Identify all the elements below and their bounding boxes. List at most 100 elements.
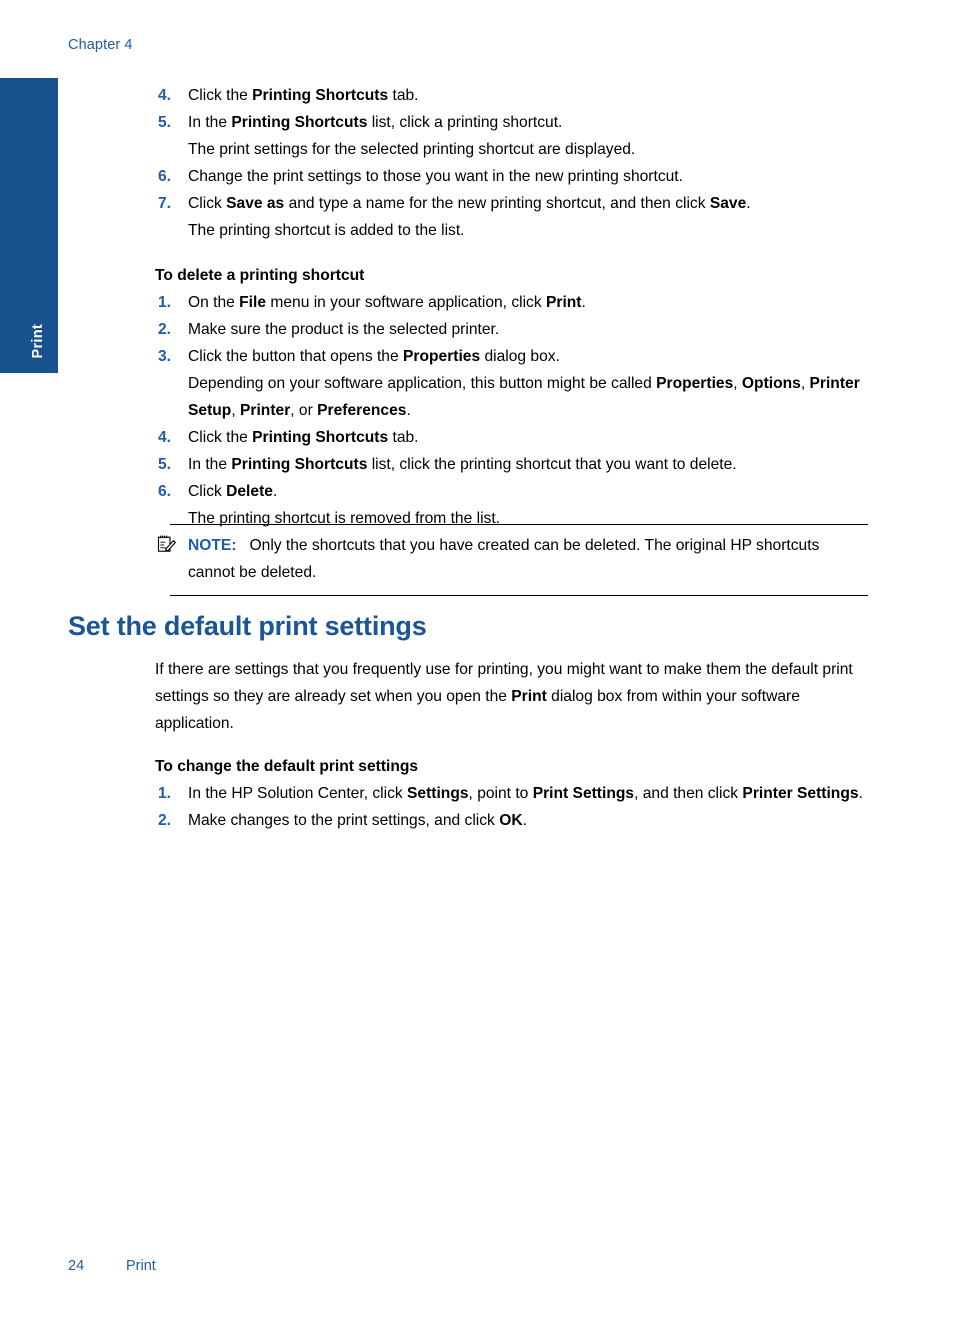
step-text-bold-1: File <box>239 294 267 311</box>
chapter-header: Chapter 4 <box>68 37 133 53</box>
list-item: 2. Make changes to the print settings, a… <box>155 807 869 834</box>
step-text-bold: Delete <box>226 483 273 500</box>
step-subtext: The print settings for the selected prin… <box>188 141 636 158</box>
step-number: 4. <box>158 429 172 446</box>
step-text: Change the print settings to those you w… <box>188 168 683 185</box>
change-defaults-section: To change the default print settings 1. … <box>155 753 869 834</box>
step-text: Make sure the product is the selected pr… <box>188 321 500 338</box>
subtext-bold-1: Properties <box>656 375 734 392</box>
list-item: 5. In the Printing Shortcuts list, click… <box>155 109 869 163</box>
subtext-sep-1: , <box>733 375 742 392</box>
step-subtext: The printing shortcut is added to the li… <box>188 222 465 239</box>
step-text-pre: Click the button that opens the <box>188 348 403 365</box>
note-text: Only the shortcuts that you have created… <box>188 537 820 581</box>
subtext-bold-2: Options <box>741 375 801 392</box>
step-text-bold-1: Settings <box>407 785 469 802</box>
list-item: 3. Click the button that opens the Prope… <box>155 343 869 424</box>
side-tab-print: Print <box>0 78 58 373</box>
step-text-post: tab. <box>388 429 419 446</box>
step-text-mid: , point to <box>468 785 533 802</box>
step-number: 2. <box>158 321 172 338</box>
step-text-post: . <box>272 483 278 500</box>
step-text: On the File menu in your software applic… <box>188 294 586 311</box>
step-number: 2. <box>158 812 172 829</box>
note-rule-bottom <box>170 595 868 596</box>
step-text-pre: On the <box>188 294 240 311</box>
list-item: 1. On the File menu in your software app… <box>155 289 869 316</box>
step-text-post: . <box>746 195 751 212</box>
step-text: Make changes to the print settings, and … <box>188 812 527 829</box>
sub-heading: To change the default print settings <box>155 758 419 775</box>
step-text-pre: Click the <box>188 87 253 104</box>
step-text: Click the button that opens the Properti… <box>188 348 560 365</box>
step-text-bold-1: Save as <box>226 195 285 212</box>
step-number: 6. <box>158 483 172 500</box>
step-text-bold: OK <box>499 812 523 829</box>
step-text-bold-2: Print Settings <box>532 785 635 802</box>
subtext-sep-4: , or <box>290 402 318 419</box>
step-text-pre: In the <box>188 456 232 473</box>
step-text-bold: Printing Shortcuts <box>252 429 389 446</box>
list-item: 7. Click Save as and type a name for the… <box>155 190 869 244</box>
step-text-pre: Click <box>188 483 227 500</box>
step-text-bold: Printing Shortcuts <box>231 114 368 131</box>
step-number: 7. <box>158 195 172 212</box>
step-text: Click the Printing Shortcuts tab. <box>188 429 419 446</box>
document-page: Chapter 4 Print 4. Click the Printing Sh… <box>0 0 954 1321</box>
sub-heading: To delete a printing shortcut <box>155 267 365 284</box>
steps-list: 1. In the HP Solution Center, click Sett… <box>155 780 869 834</box>
subtext-bold-5: Preferences <box>317 402 407 419</box>
subtext-bold-4: Printer <box>240 402 291 419</box>
step-text-mid: menu in your software application, click <box>266 294 546 311</box>
subtext-tail: . <box>406 402 411 419</box>
step-text: In the HP Solution Center, click Setting… <box>188 785 863 802</box>
step-number: 1. <box>158 785 172 802</box>
page-title: Set the default print settings <box>68 611 427 641</box>
step-text-tail: . <box>858 785 863 802</box>
step-text-bold: Printing Shortcuts <box>231 456 368 473</box>
subtext-lead: Depending on your software application, … <box>188 375 657 392</box>
step-text: In the Printing Shortcuts list, click th… <box>188 456 737 473</box>
list-item: 4. Click the Printing Shortcuts tab. <box>155 424 869 451</box>
step-number: 3. <box>158 348 172 365</box>
step-text-pre: In the HP Solution Center, click <box>188 785 408 802</box>
steps-list: 4. Click the Printing Shortcuts tab. 5. … <box>155 82 869 244</box>
step-text-bold-3: Printer Settings <box>742 785 859 802</box>
step-text-pre: In the <box>188 114 232 131</box>
list-item: 4. Click the Printing Shortcuts tab. <box>155 82 869 109</box>
subtext-sep-2: , <box>800 375 810 392</box>
intro-bold: Print <box>511 688 547 705</box>
step-text-post: , and then click <box>634 785 743 802</box>
step-number: 5. <box>158 456 172 473</box>
list-item: 2. Make sure the product is the selected… <box>155 316 869 343</box>
intro-paragraph: If there are settings that you frequentl… <box>155 656 869 737</box>
steps-list: 1. On the File menu in your software app… <box>155 289 869 532</box>
step-number: 5. <box>158 114 172 131</box>
step-text-post: dialog box. <box>480 348 560 365</box>
step-text-pre: Make changes to the print settings, and … <box>188 812 500 829</box>
note-pencil-icon <box>157 534 177 554</box>
step-number: 6. <box>158 168 172 185</box>
step-text-post: list, click the printing shortcut that y… <box>367 456 737 473</box>
step-number: 4. <box>158 87 172 104</box>
step-text: Click Delete. <box>188 483 277 500</box>
step-text-post: tab. <box>388 87 419 104</box>
step-text-post: . <box>522 812 527 829</box>
page-footer: 24 Print <box>68 1258 156 1274</box>
list-item: 1. In the HP Solution Center, click Sett… <box>155 780 869 807</box>
note-label: NOTE: <box>188 537 237 554</box>
side-tab-label: Print <box>30 324 46 359</box>
step-text-bold: Properties <box>403 348 481 365</box>
step-number: 1. <box>158 294 172 311</box>
list-item: 6. Change the print settings to those yo… <box>155 163 869 190</box>
step-text: Click Save as and type a name for the ne… <box>188 195 751 212</box>
step-text-post: list, click a printing shortcut. <box>367 114 563 131</box>
step-text-bold-2: Print <box>545 294 582 311</box>
delete-shortcut-section: To delete a printing shortcut 1. On the … <box>155 262 869 532</box>
step-text-bold: Printing Shortcuts <box>252 87 389 104</box>
step-subtext: Depending on your software application, … <box>188 370 869 424</box>
step-text: In the Printing Shortcuts list, click a … <box>188 114 562 131</box>
subtext-sep-3: , <box>231 402 240 419</box>
list-item: 5. In the Printing Shortcuts list, click… <box>155 451 869 478</box>
create-shortcut-steps: 4. Click the Printing Shortcuts tab. 5. … <box>155 82 869 244</box>
